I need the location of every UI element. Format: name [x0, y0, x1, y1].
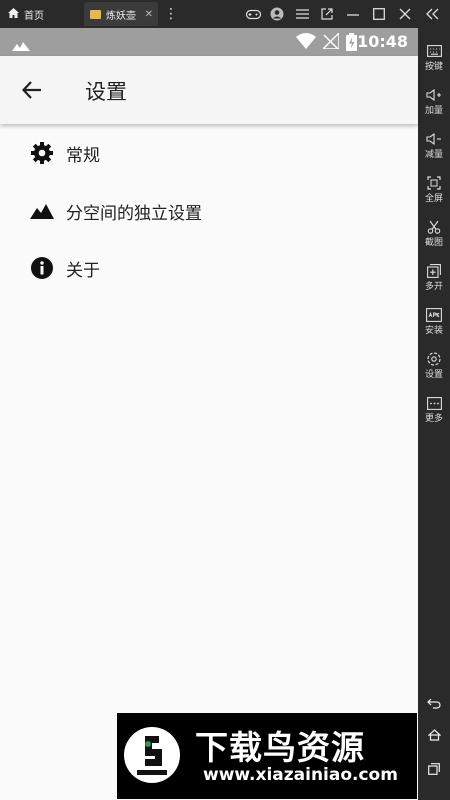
- sidebar-label: 全屏: [424, 194, 443, 204]
- tab-menu-icon[interactable]: ⋮: [164, 2, 178, 26]
- gear-icon: [418, 350, 450, 368]
- setting-item-label: 分空间的独立设置: [66, 204, 202, 224]
- apk-icon: [418, 306, 450, 324]
- more-icon: [418, 394, 450, 412]
- back-arrow-icon[interactable]: [20, 78, 44, 102]
- sidebar-label: 截图: [424, 238, 443, 248]
- nav-recents-icon[interactable]: [418, 758, 450, 780]
- nav-home-icon[interactable]: [418, 724, 450, 746]
- watermark-url: www.xiazainiao.com: [203, 765, 398, 785]
- maximize-icon[interactable]: [370, 5, 388, 23]
- app-notification-icon: [12, 36, 30, 55]
- bird-logo-icon: [123, 726, 181, 784]
- close-tab-icon[interactable]: ✕: [145, 9, 153, 20]
- sidebar-label: 更多: [424, 414, 443, 424]
- minimize-icon[interactable]: [344, 5, 362, 23]
- page-title: 设置: [85, 80, 127, 104]
- sidebar-item-more[interactable]: 更多: [418, 394, 450, 424]
- popout-icon[interactable]: [318, 5, 336, 23]
- setting-item-about[interactable]: 关于: [0, 241, 418, 295]
- status-bar: 10:48: [0, 28, 418, 56]
- tab-home-label: 首页: [24, 10, 44, 22]
- mountain-icon: [30, 199, 54, 223]
- sidebar-item-volume-up[interactable]: 加量: [418, 86, 450, 116]
- tab-app-label: 炼妖壶: [106, 10, 136, 22]
- sidebar-item-fullscreen[interactable]: 全屏: [418, 174, 450, 204]
- sidebar-item-multi-instance[interactable]: 多开: [418, 262, 450, 292]
- sidebar-item-keymap[interactable]: 按键: [418, 42, 450, 72]
- wifi-icon: [296, 33, 316, 53]
- account-icon[interactable]: [268, 5, 286, 23]
- sidebar-item-screenshot[interactable]: 截图: [418, 218, 450, 248]
- gamepad-icon[interactable]: [244, 5, 262, 23]
- sidebar-item-settings[interactable]: 设置: [418, 350, 450, 380]
- sidebar-label: 设置: [424, 370, 443, 380]
- nav-back-icon[interactable]: [418, 692, 450, 714]
- status-time: 10:48: [357, 32, 408, 51]
- setting-item-space-settings[interactable]: 分空间的独立设置: [0, 184, 418, 238]
- tab-app[interactable]: 炼妖壶 ✕: [84, 2, 158, 26]
- sidebar-item-volume-down[interactable]: 减量: [418, 130, 450, 160]
- gear-icon: [30, 141, 54, 165]
- setting-item-general[interactable]: 常规: [0, 126, 418, 180]
- setting-item-label: 常规: [66, 146, 100, 166]
- sidebar-label: 按键: [424, 62, 443, 72]
- fullscreen-icon: [418, 174, 450, 192]
- sidebar-label: 加量: [424, 106, 443, 116]
- volume-down-icon: [418, 130, 450, 148]
- app-icon: [90, 9, 101, 19]
- setting-item-label: 关于: [66, 261, 100, 281]
- app-bar: 设置: [0, 56, 418, 124]
- signal-icon: [321, 31, 340, 53]
- watermark-title: 下载鸟资源: [195, 728, 365, 767]
- home-icon: [8, 7, 19, 21]
- close-window-icon[interactable]: [396, 5, 414, 23]
- menu-icon[interactable]: [293, 5, 311, 23]
- android-screen: 10:48 设置 常规 分空间的独立设置 关于: [0, 28, 418, 800]
- sidebar-item-install-apk[interactable]: 安装: [418, 306, 450, 336]
- collapse-sidebar-icon[interactable]: [424, 5, 442, 23]
- sidebar-label: 减量: [424, 150, 443, 160]
- sidebar-label: 多开: [424, 282, 443, 292]
- sidebar-label: 安装: [424, 326, 443, 336]
- watermark-banner: 下载鸟资源 www.xiazainiao.com: [117, 713, 417, 799]
- tab-home[interactable]: 首页: [8, 2, 80, 26]
- volume-up-icon: [418, 86, 450, 104]
- battery-icon: [346, 33, 357, 55]
- multi-instance-icon: [418, 262, 450, 280]
- info-icon: [30, 256, 54, 280]
- keyboard-icon: [418, 42, 450, 60]
- scissors-icon: [418, 218, 450, 236]
- emulator-title-bar: 首页 炼妖壶 ✕ ⋮: [0, 0, 450, 28]
- emulator-sidebar: 按键 加量 减量 全屏 截图 多开 安装 设置 更多: [418, 28, 450, 800]
